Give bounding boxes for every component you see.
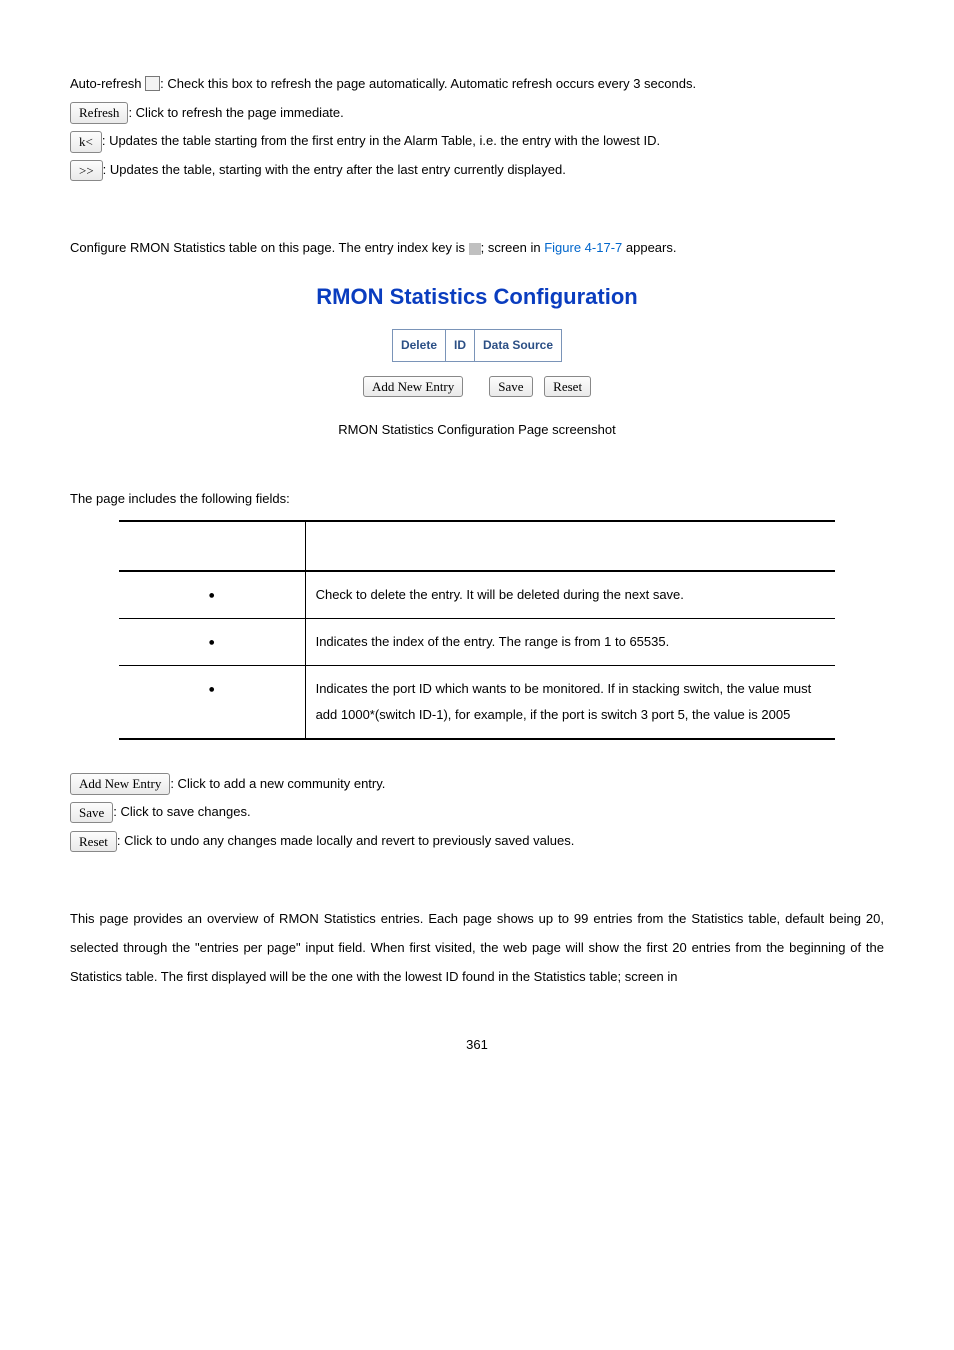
reset-desc-line: Reset: Click to undo any changes made lo… [70,827,884,856]
desc-cell: Check to delete the entry. It will be de… [305,571,835,619]
reset-desc: : Click to undo any changes made locally… [117,833,574,848]
table-row: ● Indicates the port ID which wants to b… [119,665,835,739]
fields-intro: The page includes the following fields: [70,485,884,514]
save-button-2[interactable]: Save [70,802,113,824]
table-row: ● Check to delete the entry. It will be … [119,571,835,619]
save-button[interactable]: Save [489,376,532,398]
table-header-row [119,521,835,571]
config-heading: RMON Statistics Configuration [70,273,884,321]
intro-text-3: appears. [622,240,676,255]
bullet-icon: ● [208,589,215,601]
refresh-button[interactable]: Refresh [70,102,128,124]
intro-text-1: Configure RMON Statistics table on this … [70,240,469,255]
auto-refresh-label: Auto-refresh [70,76,142,91]
add-entry-desc-line: Add New Entry: Click to add a new commun… [70,770,884,799]
add-new-entry-button[interactable]: Add New Entry [363,376,463,398]
first-page-desc: : Updates the table starting from the fi… [102,133,660,148]
first-page-line: k<: Updates the table starting from the … [70,127,884,156]
refresh-line: Refresh: Click to refresh the page immed… [70,99,884,128]
figure-caption: RMON Statistics Configuration Page scree… [70,416,884,445]
page-number: 361 [70,1031,884,1060]
reset-button[interactable]: Reset [544,376,591,398]
next-page-desc: : Updates the table, starting with the e… [103,162,566,177]
figure-link[interactable]: Figure 4-17-7 [544,240,622,255]
add-entry-desc: : Click to add a new community entry. [170,776,385,791]
intro-text-2: ; screen in [481,240,545,255]
config-table: Delete ID Data Source [392,329,562,361]
bullet-icon: ● [208,683,215,695]
save-desc: : Click to save changes. [113,804,250,819]
col-delete: Delete [392,330,445,361]
object-cell: ● [119,665,305,739]
object-cell: ● [119,618,305,665]
refresh-desc: : Click to refresh the page immediate. [128,105,343,120]
next-page-button[interactable]: >> [70,160,103,182]
header-object [119,521,305,571]
table-row: ● Indicates the index of the entry. The … [119,618,835,665]
fields-table: ● Check to delete the entry. It will be … [119,520,835,740]
overview-paragraph: This page provides an overview of RMON S… [70,905,884,991]
next-page-line: >>: Updates the table, starting with the… [70,156,884,185]
auto-refresh-line: Auto-refresh : Check this box to refresh… [70,70,884,99]
save-desc-line: Save: Click to save changes. [70,798,884,827]
header-description [305,521,835,571]
reset-button-2[interactable]: Reset [70,831,117,853]
auto-refresh-desc: : Check this box to refresh the page aut… [160,76,696,91]
bullet-icon: ● [208,636,215,648]
desc-cell: Indicates the port ID which wants to be … [305,665,835,739]
col-data-source: Data Source [475,330,562,361]
first-page-button[interactable]: k< [70,131,102,153]
object-cell: ● [119,571,305,619]
checkbox-icon[interactable] [145,76,160,91]
config-button-row: Add New Entry Save Reset [70,372,884,401]
id-placeholder-icon [469,243,481,255]
col-id: ID [446,330,475,361]
add-new-entry-button-2[interactable]: Add New Entry [70,773,170,795]
config-intro: Configure RMON Statistics table on this … [70,234,884,263]
desc-cell: Indicates the index of the entry. The ra… [305,618,835,665]
